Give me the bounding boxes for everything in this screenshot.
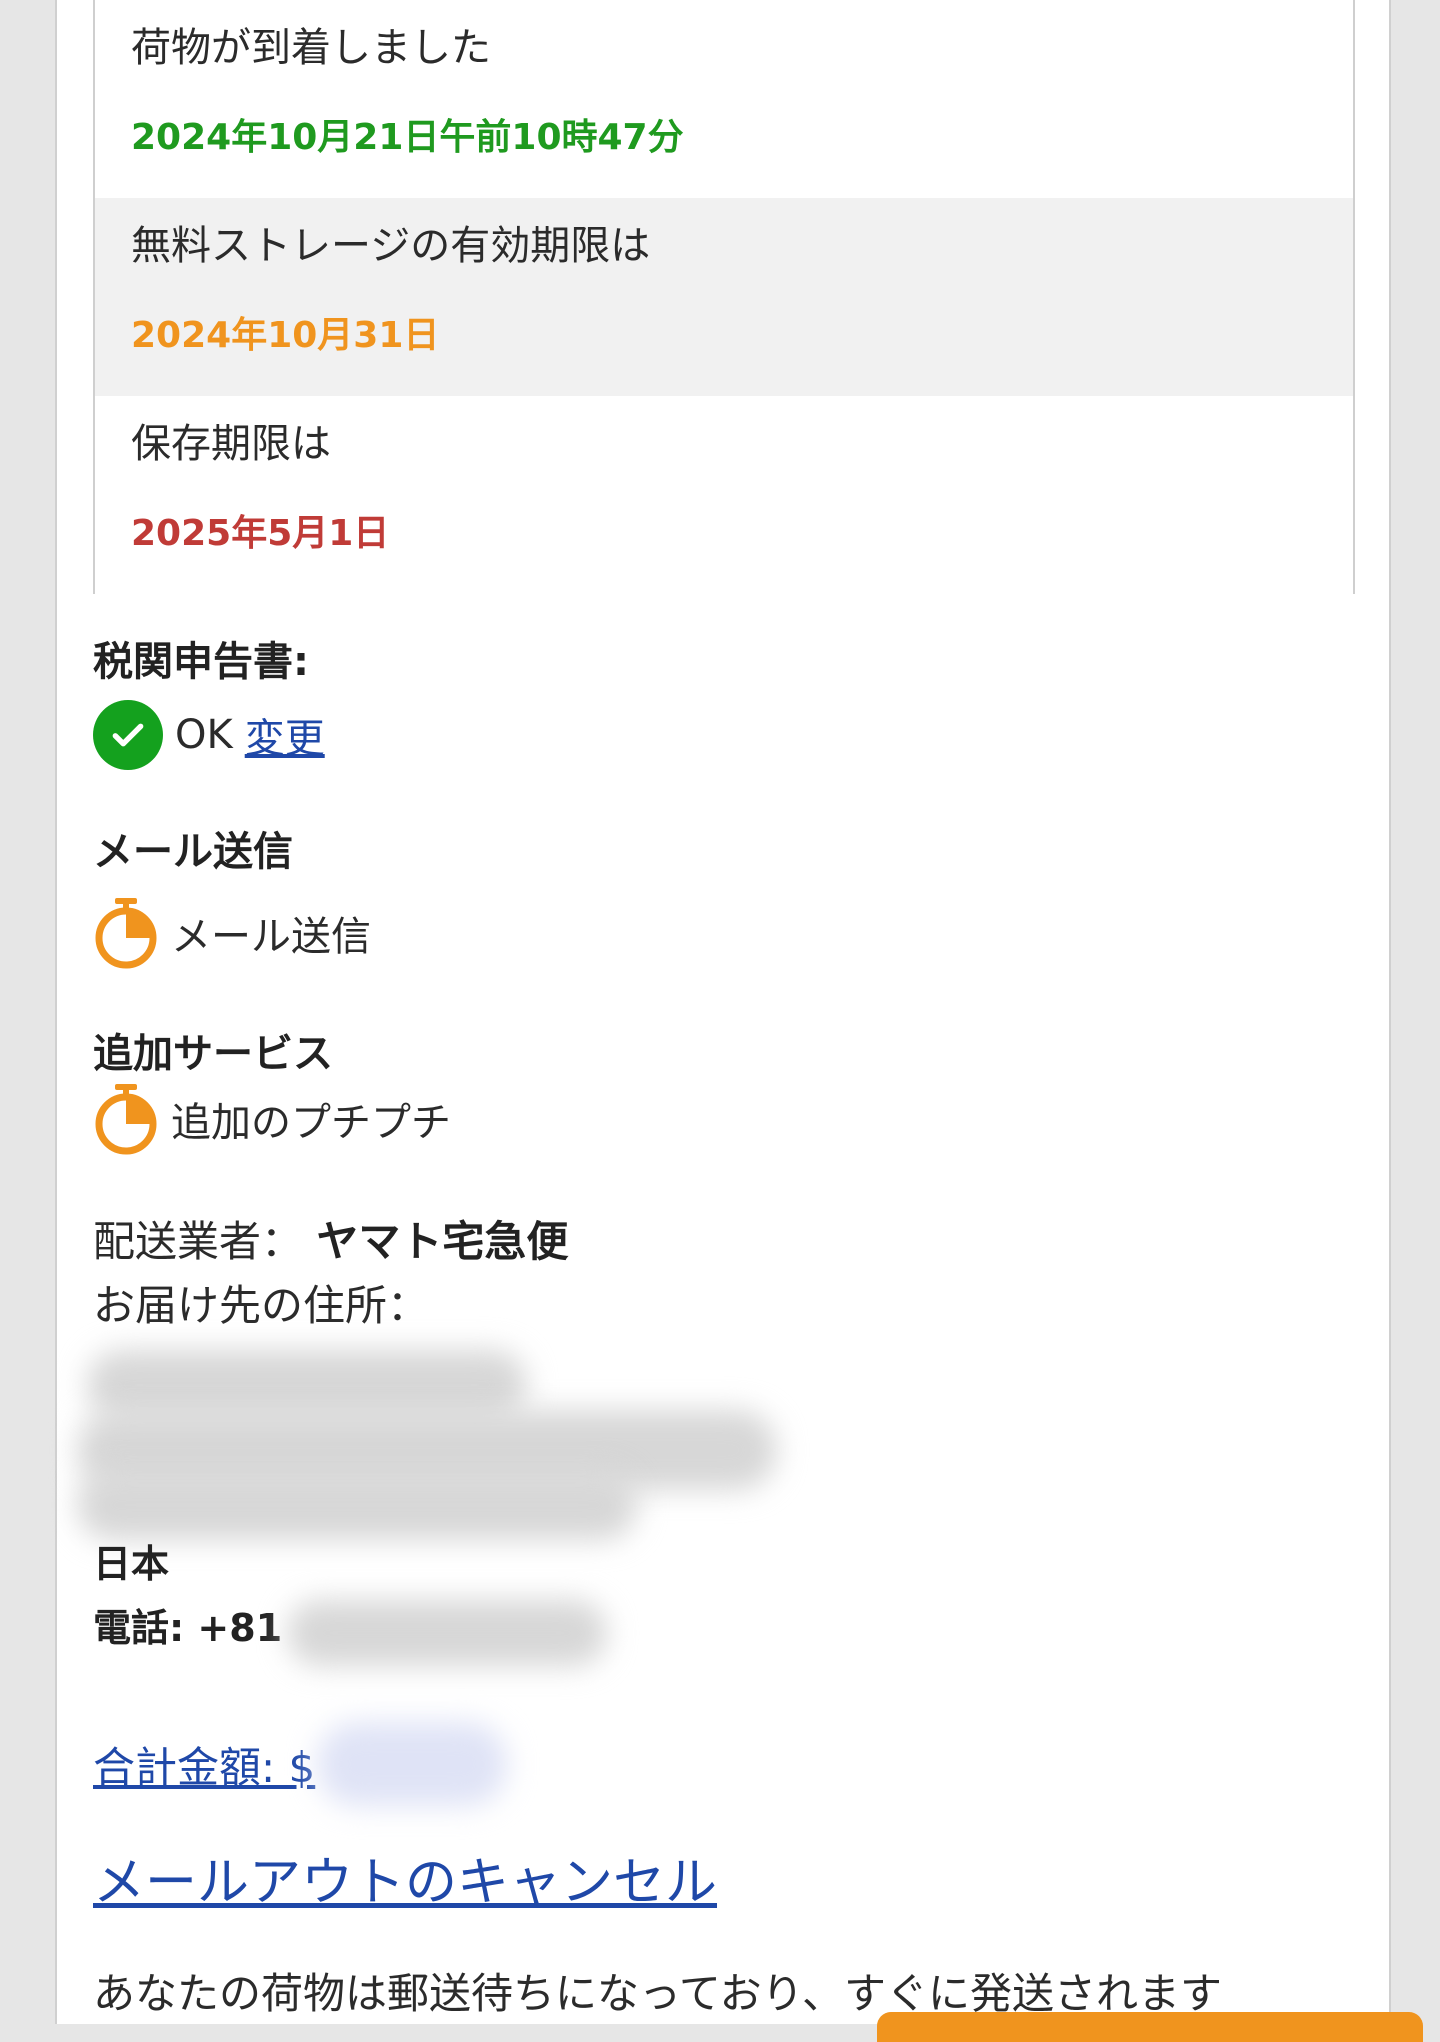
carrier-value: ヤマト宅急便 bbox=[316, 1217, 569, 1266]
timeline-label: 保存期限は bbox=[131, 421, 331, 467]
stopwatch-icon bbox=[95, 1084, 157, 1155]
total-amount[interactable]: 合計金額: $ bbox=[93, 1734, 315, 1795]
country: 日本 bbox=[93, 1542, 170, 1586]
country-phone: 日本 電話: +81 bbox=[93, 1532, 282, 1660]
carrier-line: 配送業者： ヤマト宅急便 bbox=[93, 1210, 568, 1274]
footer-text: あなたの荷物は郵送待ちになっており、すぐに発送されます bbox=[93, 1969, 1222, 2018]
redacted-phone bbox=[287, 1600, 607, 1666]
cancel-section[interactable]: メールアウトのキャンセル bbox=[93, 1840, 717, 1915]
action-button[interactable] bbox=[877, 2012, 1423, 2042]
extra-service-title: 追加サービス bbox=[93, 1031, 333, 1077]
timeline-row-arrived: 荷物が到着しました 2024年10月21日午前10時47分 bbox=[95, 0, 1353, 198]
timeline-row-free-storage: 無料ストレージの有効期限は 2024年10月31日 bbox=[95, 198, 1353, 396]
timeline-date: 2024年10月31日 bbox=[131, 315, 440, 356]
redacted-address bbox=[77, 1470, 637, 1540]
mail-section: メール送信 メール送信 bbox=[93, 828, 371, 970]
timeline-label: 無料ストレージの有効期限は bbox=[131, 223, 651, 269]
check-circle-icon bbox=[93, 700, 163, 770]
extra-service-status: 追加のプチプチ bbox=[171, 1100, 451, 1146]
extra-service-section: 追加サービス 追加のプチプチ bbox=[93, 1030, 451, 1156]
timeline-label: 荷物が到着しました bbox=[131, 25, 491, 71]
customs-status: OK bbox=[175, 712, 233, 758]
mail-status: メール送信 bbox=[171, 914, 371, 960]
phone: 電話: +81 bbox=[93, 1606, 283, 1650]
address-label: お届け先の住所： bbox=[93, 1281, 430, 1330]
stopwatch-icon bbox=[95, 898, 157, 969]
timeline-date: 2024年10月21日午前10時47分 bbox=[131, 117, 684, 158]
shipment-detail-page: 荷物が到着しました 2024年10月21日午前10時47分 無料ストレージの有効… bbox=[55, 0, 1423, 2042]
status-timeline: 荷物が到着しました 2024年10月21日午前10時47分 無料ストレージの有効… bbox=[93, 0, 1355, 594]
customs-change-link[interactable]: 変更 bbox=[245, 706, 325, 764]
shipping-section: 配送業者： ヤマト宅急便 お届け先の住所： bbox=[93, 1210, 568, 1338]
timeline-row-retention: 保存期限は 2025年5月1日 bbox=[95, 396, 1353, 594]
cancel-mailout-link[interactable]: メールアウトのキャンセル bbox=[93, 1853, 717, 1913]
timeline-date: 2025年5月1日 bbox=[131, 513, 390, 554]
total-amount-link[interactable]: 合計金額: $ bbox=[93, 1743, 315, 1792]
customs-title: 税関申告書: bbox=[93, 639, 309, 685]
redacted-amount bbox=[317, 1722, 507, 1806]
carrier-label: 配送業者： bbox=[93, 1217, 304, 1266]
customs-section: 税関申告書: OK 変更 bbox=[93, 638, 325, 770]
mail-title: メール送信 bbox=[93, 829, 293, 875]
